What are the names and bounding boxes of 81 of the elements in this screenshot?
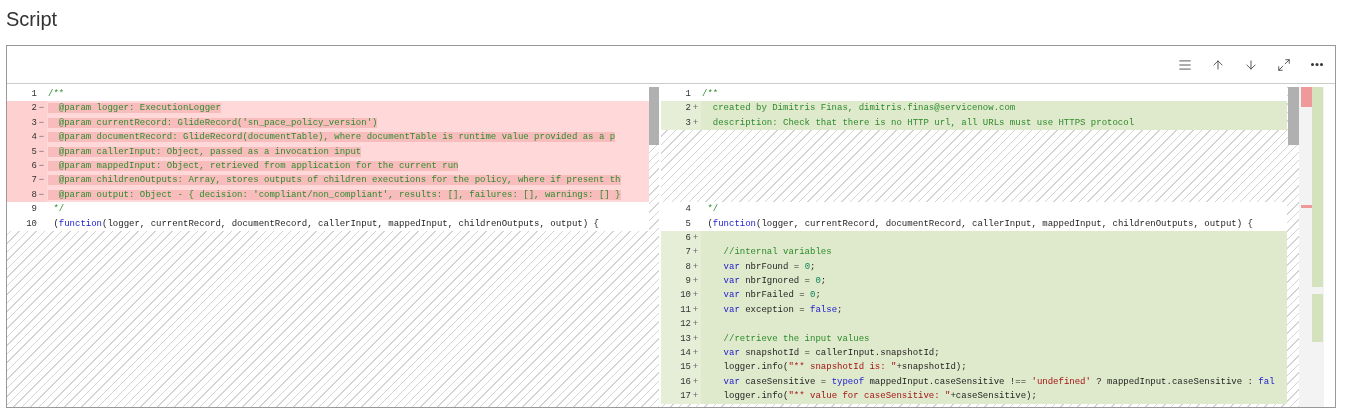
- change-marker: +: [691, 303, 700, 317]
- code-text: */: [52, 204, 65, 215]
- code-text: logger.info("** value for caseSensitive: "+caseSensitive);: [722, 391, 1037, 402]
- line-number: 7: [31, 174, 37, 188]
- line-number: 16: [680, 375, 691, 389]
- change-marker: −: [37, 145, 46, 159]
- change-marker: +: [691, 347, 700, 361]
- line-number: 6: [31, 159, 37, 173]
- section-title: Script: [6, 8, 58, 30]
- code-text: @param childrenOutputs: Array, stores outputs of children executions for the policy, where if present th: [48, 175, 621, 186]
- line-number: 17: [680, 390, 691, 404]
- line-number: 13: [680, 332, 691, 346]
- line-number: 11: [680, 303, 691, 317]
- more-icon: [1311, 63, 1323, 66]
- change-marker: −: [37, 159, 46, 173]
- change-marker: +: [691, 289, 700, 303]
- line-number: 3: [685, 116, 691, 130]
- lines-icon: [1178, 57, 1192, 72]
- line-number: 14: [680, 347, 691, 361]
- change-marker: +: [691, 102, 700, 116]
- code-text: /**: [48, 89, 65, 99]
- change-marker: +: [691, 361, 700, 375]
- code-text: var nbrFailed = 0;: [722, 290, 821, 301]
- change-marker: −: [37, 174, 46, 188]
- code-text: (function(logger, currentRecord, documentRecord, callerInput, mappedInput, childrenOutputs, output) {: [706, 218, 1253, 229]
- change-marker: +: [691, 318, 700, 332]
- line-number: 1: [31, 88, 37, 101]
- change-marker: +: [691, 332, 700, 346]
- scrollbar-thumb[interactable]: [649, 87, 659, 145]
- code-text: //internal variables: [722, 247, 832, 258]
- code-text: @param documentRecord: GlideRecord(documentTable), where documentTable is runtime value provided as a p: [48, 132, 616, 143]
- line-number: 2: [685, 102, 691, 116]
- code-text: */: [706, 204, 719, 215]
- line-number: 3: [31, 116, 37, 130]
- change-marker: +: [691, 275, 700, 289]
- line-number: 4: [31, 131, 37, 145]
- code-text: var snapshotId = callerInput.snapshotId;: [722, 348, 940, 359]
- change-marker: +: [691, 390, 700, 404]
- code-text: /**: [702, 89, 719, 99]
- change-marker: +: [691, 260, 700, 274]
- code-text: //retrieve the input values: [722, 333, 870, 344]
- change-marker: −: [37, 188, 46, 202]
- change-marker: +: [691, 246, 700, 260]
- code-text: logger.info("** snapshotId is: "+snapshotId);: [722, 362, 967, 373]
- line-number: 12: [680, 318, 691, 332]
- change-marker: +: [691, 375, 700, 389]
- arrow-down-icon: [1244, 57, 1258, 72]
- line-number: 6: [685, 231, 691, 245]
- line-number: 10: [680, 289, 691, 303]
- line-number: 1: [685, 88, 691, 101]
- code-text: var nbrIgnored = 0;: [722, 276, 827, 287]
- line-number: 2: [31, 102, 37, 116]
- line-number: 10: [26, 217, 37, 231]
- change-marker: −: [37, 131, 46, 145]
- line-number: 5: [685, 217, 691, 231]
- code-text: @param currentRecord: GlideRecord('sn_pace_policy_version'): [48, 117, 378, 128]
- scrollbar-thumb[interactable]: [1288, 87, 1299, 145]
- code-text: @param mappedInput: Object, retrieved from application for the current run: [48, 160, 459, 171]
- line-number: 9: [31, 203, 37, 217]
- line-number: 5: [31, 145, 37, 159]
- code-text: @param callerInput: Object, passed as a invocation input: [48, 146, 362, 157]
- line-number: 9: [685, 275, 691, 289]
- code-text: (function(logger, currentRecord, documentRecord, callerInput, mappedInput, childrenOutputs, output) {: [52, 218, 599, 229]
- change-marker: −: [37, 116, 46, 130]
- change-marker: +: [691, 231, 700, 245]
- arrow-up-icon: [1211, 57, 1225, 72]
- line-number: 7: [685, 246, 691, 260]
- line-number: 8: [31, 188, 37, 202]
- code-text: var exception = false;: [722, 304, 843, 315]
- code-text: var nbrFound = 0;: [722, 261, 816, 272]
- code-text: created by Dimitris Finas, dimitris.finas@servicenow.com: [711, 103, 1016, 114]
- code-text: @param logger: ExecutionLogger: [48, 103, 221, 114]
- code-text: var caseSensitive = typeof mappedInput.caseSensitive !== 'undefined' ? mappedInput.caseSensitive : fal: [722, 376, 1275, 387]
- code-text: @param output: Object - { decision: 'compliant/non_compliant', results: [], failures: [], warnings: [] }: [48, 189, 621, 200]
- expand-icon: [1277, 57, 1291, 72]
- change-marker: −: [37, 102, 46, 116]
- change-marker: +: [691, 116, 700, 130]
- code-text: description: Check that there is no HTTP url, all URLs must use HTTPS protocol: [711, 117, 1135, 128]
- line-number: 4: [685, 203, 691, 217]
- line-number: 15: [680, 361, 691, 375]
- line-number: 8: [685, 260, 691, 274]
